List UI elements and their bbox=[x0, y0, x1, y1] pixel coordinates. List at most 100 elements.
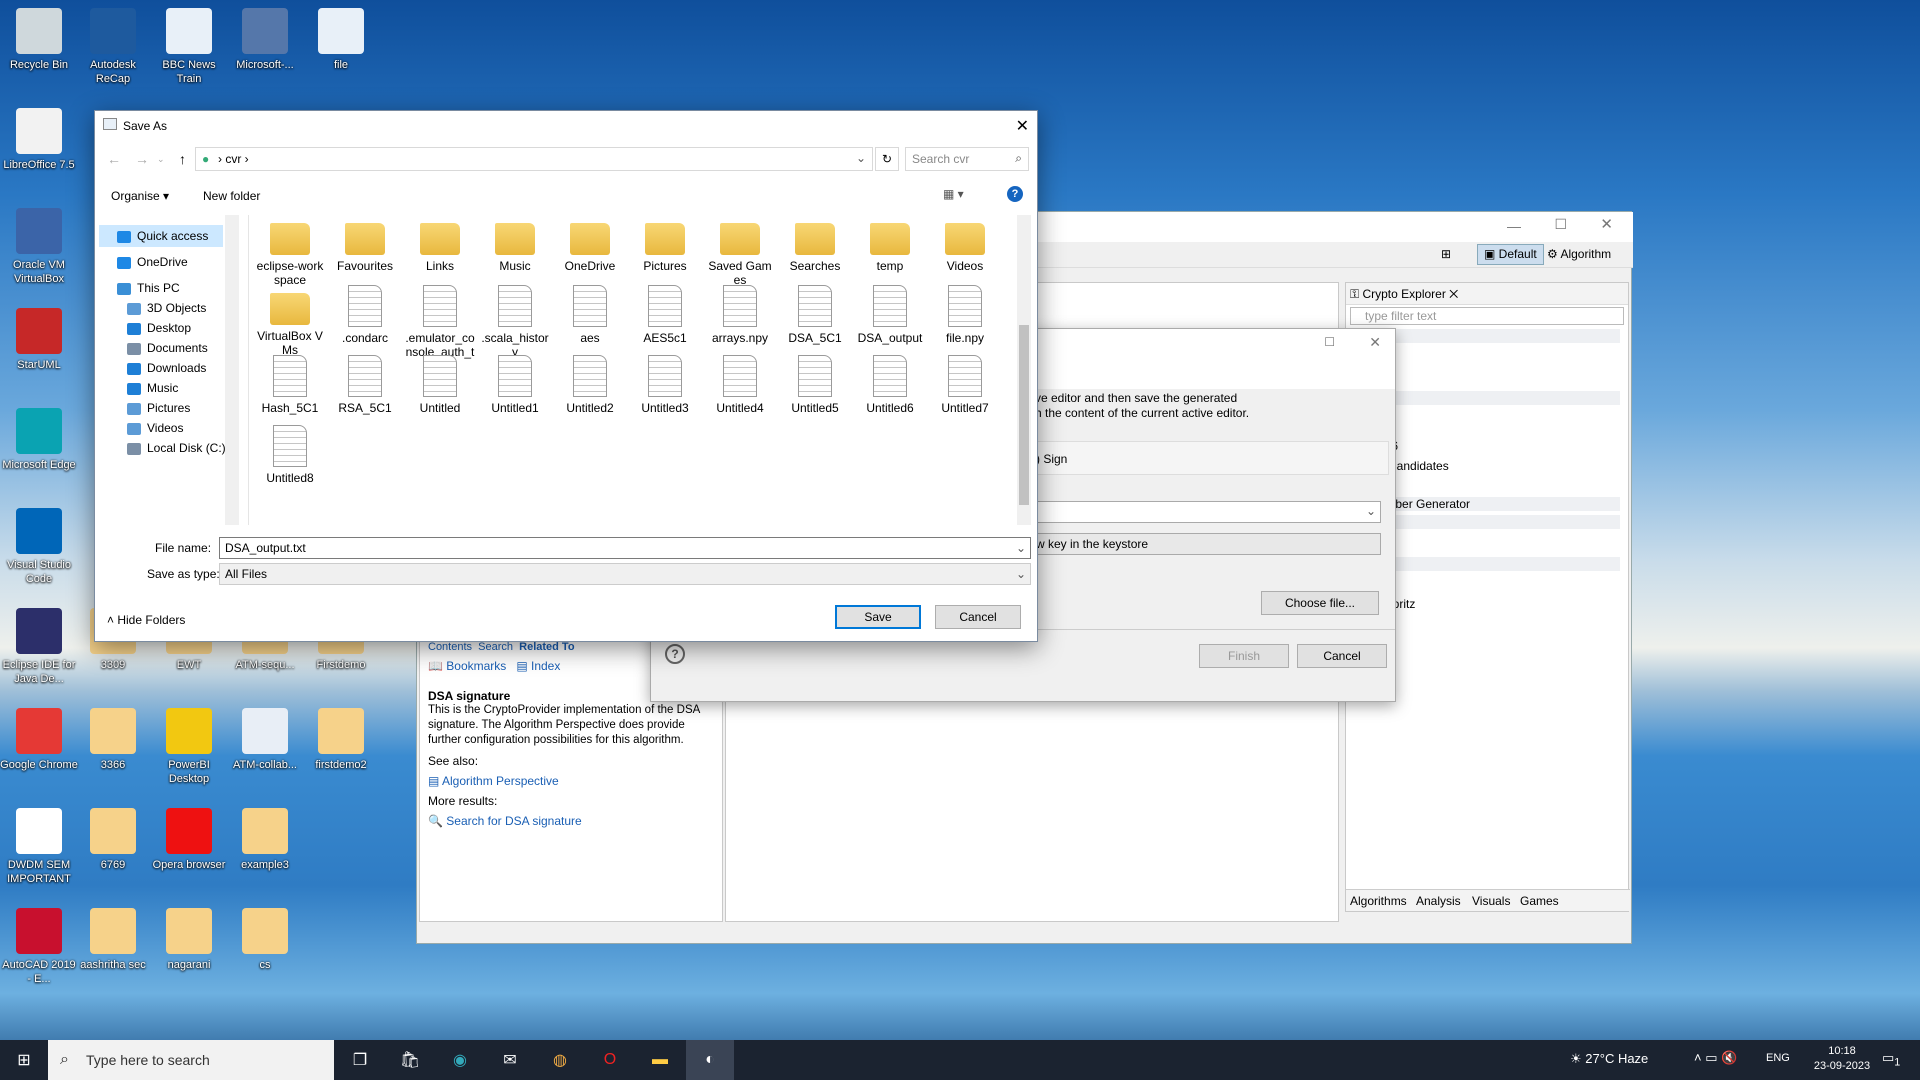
file-item[interactable]: RSA_5C1 bbox=[330, 355, 400, 415]
file-item[interactable]: Untitled bbox=[405, 355, 475, 415]
weather-widget[interactable]: ☀ 27°C Haze bbox=[1570, 1051, 1648, 1067]
file-item[interactable]: Untitled7 bbox=[930, 355, 1000, 415]
view-icon[interactable]: ▦ ▾ bbox=[943, 187, 964, 201]
desktop-icon[interactable]: AutoCAD 2019 - E... bbox=[0, 908, 78, 986]
file-item[interactable]: .scala_history bbox=[480, 285, 550, 359]
help-link-index[interactable]: Index bbox=[531, 659, 560, 673]
nav-item[interactable]: Videos bbox=[127, 417, 183, 439]
edge-icon[interactable]: ◉ bbox=[436, 1040, 484, 1080]
folder-item[interactable]: VirtualBox VMs bbox=[255, 285, 325, 357]
hide-folders-button[interactable]: ˄ Hide Folders bbox=[107, 613, 185, 627]
file-item[interactable]: Untitled6 bbox=[855, 355, 925, 415]
help-link-bookmarks[interactable]: Bookmarks bbox=[446, 659, 506, 673]
nav-item[interactable]: Local Disk (C:) bbox=[127, 437, 226, 459]
file-item[interactable]: Untitled1 bbox=[480, 355, 550, 415]
folder-item[interactable]: Saved Games bbox=[705, 215, 775, 287]
desktop-icon[interactable]: example3 bbox=[226, 808, 304, 872]
tray-icons[interactable]: ˄ ▭ 🔇 bbox=[1694, 1050, 1737, 1066]
file-item[interactable]: .condarc bbox=[330, 285, 400, 345]
desktop-icon[interactable]: Recycle Bin bbox=[0, 8, 78, 72]
up-icon[interactable]: ↑ bbox=[179, 151, 186, 167]
desktop-icon[interactable]: StarUML bbox=[0, 308, 78, 372]
desktop-icon[interactable]: cs bbox=[226, 908, 304, 972]
folder-item[interactable]: Pictures bbox=[630, 215, 700, 273]
address-bar[interactable]: ● › cvr › ⌄ bbox=[195, 147, 873, 171]
eclipse-taskbar-icon[interactable]: ◐ bbox=[686, 1040, 734, 1080]
file-item[interactable]: DSA_5C1 bbox=[780, 285, 850, 345]
desktop-icon[interactable]: nagarani bbox=[150, 908, 228, 972]
back-icon[interactable]: ← bbox=[107, 151, 121, 167]
sign-option[interactable]: ) Sign bbox=[1035, 441, 1389, 475]
folder-item[interactable]: Music bbox=[480, 215, 550, 273]
folder-item[interactable]: Searches bbox=[780, 215, 850, 273]
crypto-explorer-tab[interactable]: ⚿ Crypto Explorer ✕ bbox=[1350, 287, 1458, 301]
desktop-icon[interactable]: Google Chrome bbox=[0, 708, 78, 772]
search-input[interactable]: Search cvr ⌕ bbox=[905, 147, 1029, 171]
desktop-icon[interactable]: Visual Studio Code bbox=[0, 508, 78, 586]
nav-item[interactable]: Music bbox=[127, 377, 178, 399]
file-item[interactable]: Hash_5C1 bbox=[255, 355, 325, 415]
nav-item[interactable]: Documents bbox=[127, 337, 208, 359]
taskbar-search[interactable]: ⌕ Type here to search bbox=[48, 1040, 334, 1080]
maximize-icon[interactable]: ☐ bbox=[1554, 216, 1567, 233]
desktop-icon[interactable]: DWDM SEM IMPORTANT bbox=[0, 808, 78, 886]
desktop-icon[interactable]: ATM-collab... bbox=[226, 708, 304, 772]
choose-file-button[interactable]: Choose file... bbox=[1261, 591, 1379, 615]
desktop-icon[interactable]: Microsoft-... bbox=[226, 8, 304, 72]
recent-icon[interactable]: ⌄ bbox=[157, 154, 165, 165]
bottom-tab[interactable]: Games bbox=[1520, 894, 1559, 908]
wizard-cancel-button[interactable]: Cancel bbox=[1297, 644, 1387, 668]
desktop-icon[interactable]: file bbox=[302, 8, 380, 72]
desktop-icon[interactable]: BBC News Train bbox=[150, 8, 228, 86]
store-icon[interactable]: 🛍 bbox=[386, 1040, 434, 1080]
folder-item[interactable]: Links bbox=[405, 215, 475, 273]
folder-item[interactable]: Favourites bbox=[330, 215, 400, 273]
task-view-icon[interactable]: ❐ bbox=[336, 1040, 384, 1080]
nav-item[interactable]: Pictures bbox=[127, 397, 190, 419]
minimize-icon[interactable]: — bbox=[1507, 218, 1521, 234]
bottom-tab[interactable]: Visuals bbox=[1472, 894, 1510, 908]
file-item[interactable]: Untitled4 bbox=[705, 355, 775, 415]
nav-item[interactable]: OneDrive bbox=[117, 251, 188, 273]
help-icon[interactable]: ? bbox=[1007, 186, 1023, 202]
folder-item[interactable]: eclipse-workspace bbox=[255, 215, 325, 287]
file-item[interactable]: DSA_output bbox=[855, 285, 925, 345]
chevron-down-icon[interactable]: ⌄ bbox=[856, 151, 866, 165]
help-link-search[interactable]: Search bbox=[478, 641, 513, 653]
keystore-field[interactable]: w key in the keystore bbox=[1035, 533, 1381, 555]
close-icon[interactable]: ✕ bbox=[1600, 215, 1613, 233]
forward-icon[interactable]: → bbox=[135, 151, 149, 167]
desktop-icon[interactable]: firstdemo2 bbox=[302, 708, 380, 772]
desktop-icon[interactable]: Oracle VM VirtualBox bbox=[0, 208, 78, 286]
desktop-icon[interactable]: 6769 bbox=[74, 808, 152, 872]
file-item[interactable]: Untitled5 bbox=[780, 355, 850, 415]
close-icon[interactable]: ✕ bbox=[1016, 116, 1029, 136]
cancel-button[interactable]: Cancel bbox=[935, 605, 1021, 629]
notification-icon[interactable]: ▭1 bbox=[1882, 1050, 1900, 1069]
file-item[interactable]: file.npy bbox=[930, 285, 1000, 345]
file-item[interactable]: Untitled3 bbox=[630, 355, 700, 415]
refresh-icon[interactable]: ↻ bbox=[875, 147, 899, 171]
file-name-input[interactable]: DSA_output.txt ⌄ bbox=[219, 537, 1031, 559]
nav-item[interactable]: 3D Objects bbox=[127, 297, 206, 319]
desktop-icon[interactable]: Opera browser bbox=[150, 808, 228, 872]
file-item[interactable]: arrays.npy bbox=[705, 285, 775, 345]
start-icon[interactable]: ⊞ bbox=[0, 1040, 48, 1080]
folder-item[interactable]: Videos bbox=[930, 215, 1000, 273]
nav-item[interactable]: Desktop bbox=[127, 317, 191, 339]
desktop-icon[interactable]: 3366 bbox=[74, 708, 152, 772]
help-link-contents[interactable]: Contents bbox=[428, 641, 472, 653]
mail-icon[interactable]: ✉ bbox=[486, 1040, 534, 1080]
bottom-tab[interactable]: Algorithms bbox=[1350, 894, 1407, 908]
search-dsa-link[interactable]: Search for DSA signature bbox=[446, 814, 581, 828]
desktop-icon[interactable]: PowerBI Desktop bbox=[150, 708, 228, 786]
bottom-tab[interactable]: Analysis bbox=[1416, 894, 1461, 908]
nav-item[interactable]: Quick access bbox=[99, 225, 223, 247]
perspective-default[interactable]: ▣ Default bbox=[1477, 244, 1544, 265]
nav-item[interactable]: Downloads bbox=[127, 357, 206, 379]
nav-scrollbar[interactable] bbox=[225, 215, 239, 525]
close-icon[interactable]: ✕ bbox=[1369, 334, 1381, 351]
chrome-icon[interactable]: ◍ bbox=[536, 1040, 584, 1080]
file-explorer-icon[interactable]: ▬ bbox=[636, 1040, 684, 1080]
path-segment[interactable]: cvr bbox=[225, 152, 241, 166]
